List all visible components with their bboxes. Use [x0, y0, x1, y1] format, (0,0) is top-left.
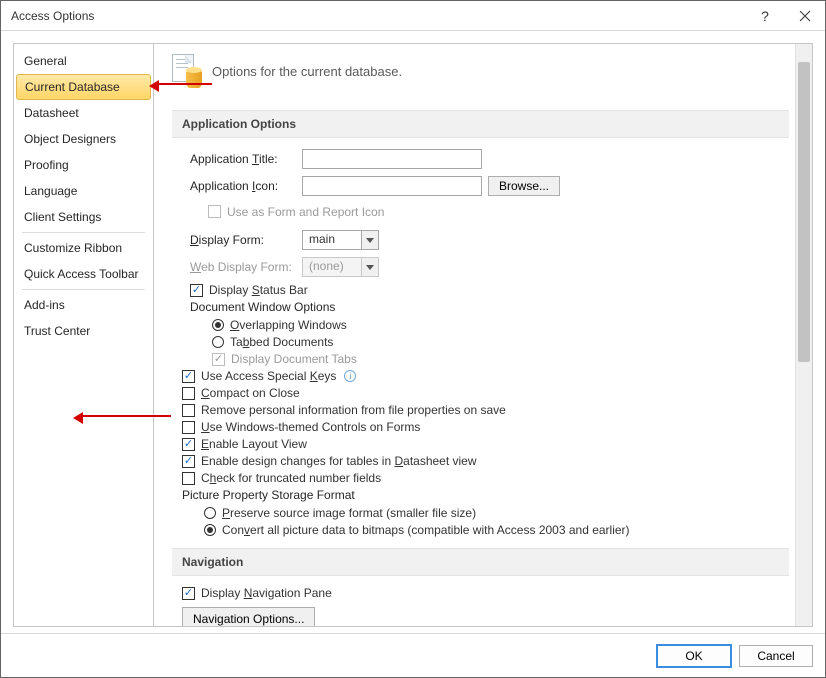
page-header-text: Options for the current database.	[212, 64, 402, 79]
info-icon[interactable]: i	[344, 370, 356, 382]
display-form-combo[interactable]: main	[302, 230, 379, 250]
tabbed-documents-label: Tabbed Documents	[230, 335, 333, 349]
display-document-tabs-checkbox: Display Document Tabs	[212, 352, 781, 366]
titlebar: Access Options ?	[1, 1, 825, 31]
preserve-source-format-label: Preserve source image format (smaller fi…	[222, 506, 476, 520]
checkbox-box-icon	[182, 455, 195, 468]
enable-design-changes-checkbox[interactable]: Enable design changes for tables in Data…	[182, 454, 789, 468]
use-access-special-keys-label: Use Access Special Keys	[201, 369, 336, 383]
application-icon-input[interactable]	[302, 176, 482, 196]
display-document-tabs-label: Display Document Tabs	[231, 352, 357, 366]
enable-design-changes-label: Enable design changes for tables in Data…	[201, 454, 477, 468]
sidebar-item-datasheet[interactable]: Datasheet	[14, 100, 153, 126]
check-truncated-checkbox[interactable]: Check for truncated number fields	[182, 471, 789, 485]
dialog-footer: OK Cancel	[1, 633, 825, 677]
overlapping-windows-radio[interactable]: Overlapping Windows	[212, 318, 781, 332]
use-as-form-report-icon-label: Use as Form and Report Icon	[227, 205, 384, 219]
sidebar-item-proofing[interactable]: Proofing	[14, 152, 153, 178]
picture-storage-format-label: Picture Property Storage Format	[182, 488, 789, 502]
overlapping-windows-label: Overlapping Windows	[230, 318, 347, 332]
section-navigation: Navigation	[172, 548, 789, 576]
category-sidebar: General Current Database Datasheet Objec…	[13, 43, 153, 627]
chevron-down-icon	[361, 231, 378, 249]
sidebar-divider	[22, 289, 145, 290]
content-pane: Options for the current database. Applic…	[154, 44, 795, 626]
display-navigation-pane-checkbox[interactable]: Display Navigation Pane	[182, 586, 789, 600]
use-as-form-report-icon-checkbox: Use as Form and Report Icon	[208, 205, 384, 219]
database-options-icon	[172, 54, 200, 88]
cancel-button[interactable]: Cancel	[739, 645, 813, 667]
browse-button[interactable]: Browse...	[488, 176, 560, 196]
display-navigation-pane-label: Display Navigation Pane	[201, 586, 332, 600]
application-icon-label: Application Icon:	[190, 179, 302, 193]
checkbox-box-icon	[190, 284, 203, 297]
check-truncated-label: Check for truncated number fields	[201, 471, 381, 485]
convert-to-bitmaps-radio[interactable]: Convert all picture data to bitmaps (com…	[204, 523, 789, 537]
ok-button[interactable]: OK	[657, 645, 731, 667]
application-title-label: Application Title:	[190, 152, 302, 166]
tabbed-documents-radio[interactable]: Tabbed Documents	[212, 335, 781, 349]
sidebar-item-language[interactable]: Language	[14, 178, 153, 204]
window-title: Access Options	[11, 9, 745, 23]
close-icon	[799, 10, 811, 22]
checkbox-box-icon	[212, 353, 225, 366]
convert-to-bitmaps-label: Convert all picture data to bitmaps (com…	[222, 523, 630, 537]
checkbox-box-icon	[182, 387, 195, 400]
checkbox-box-icon	[182, 438, 195, 451]
checkbox-box-icon	[182, 587, 195, 600]
display-form-label: Display Form:	[190, 233, 302, 247]
web-display-form-value: (none)	[303, 258, 361, 276]
application-options-form: Application Title: Application Icon: Bro…	[172, 148, 789, 369]
display-status-bar-checkbox[interactable]: Display Status Bar	[190, 283, 781, 297]
scrollbar-thumb[interactable]	[798, 62, 810, 362]
use-windows-themed-controls-checkbox[interactable]: Use Windows-themed Controls on Forms	[182, 420, 789, 434]
access-options-dialog: Access Options ? General Current Databas…	[0, 0, 826, 678]
sidebar-item-current-database[interactable]: Current Database	[16, 74, 151, 100]
checkbox-box-icon	[182, 370, 195, 383]
checkbox-box-icon	[208, 205, 221, 218]
remove-personal-info-label: Remove personal information from file pr…	[201, 403, 506, 417]
web-display-form-label: Web Display Form:	[190, 260, 302, 274]
preserve-source-format-radio[interactable]: Preserve source image format (smaller fi…	[204, 506, 789, 520]
radio-icon	[212, 336, 224, 348]
use-windows-themed-controls-label: Use Windows-themed Controls on Forms	[201, 420, 420, 434]
sidebar-item-object-designers[interactable]: Object Designers	[14, 126, 153, 152]
web-display-form-combo: (none)	[302, 257, 379, 277]
chevron-down-icon	[361, 258, 378, 276]
display-status-bar-label: Display Status Bar	[209, 283, 308, 297]
radio-icon	[212, 319, 224, 331]
compact-on-close-checkbox[interactable]: Compact on Close	[182, 386, 789, 400]
sidebar-item-client-settings[interactable]: Client Settings	[14, 204, 153, 230]
sidebar-divider	[22, 232, 145, 233]
page-header: Options for the current database.	[172, 54, 789, 88]
vertical-scrollbar[interactable]	[795, 44, 812, 626]
sidebar-item-add-ins[interactable]: Add-ins	[14, 292, 153, 318]
sidebar-item-customize-ribbon[interactable]: Customize Ribbon	[14, 235, 153, 261]
use-access-special-keys-checkbox[interactable]: Use Access Special Keys i	[182, 369, 789, 383]
remove-personal-info-checkbox[interactable]: Remove personal information from file pr…	[182, 403, 789, 417]
checkbox-box-icon	[182, 472, 195, 485]
compact-on-close-label: Compact on Close	[201, 386, 300, 400]
radio-icon	[204, 524, 216, 536]
enable-layout-view-label: Enable Layout View	[201, 437, 307, 451]
application-title-input[interactable]	[302, 149, 482, 169]
checkbox-box-icon	[182, 421, 195, 434]
close-button[interactable]	[785, 1, 825, 30]
enable-layout-view-checkbox[interactable]: Enable Layout View	[182, 437, 789, 451]
navigation-options-button[interactable]: Navigation Options...	[182, 607, 315, 626]
radio-icon	[204, 507, 216, 519]
document-window-options-label: Document Window Options	[190, 300, 781, 314]
sidebar-item-trust-center[interactable]: Trust Center	[14, 318, 153, 344]
help-button[interactable]: ?	[745, 1, 785, 30]
sidebar-item-general[interactable]: General	[14, 48, 153, 74]
content-wrap: Options for the current database. Applic…	[153, 43, 813, 627]
section-application-options: Application Options	[172, 110, 789, 138]
dialog-body: General Current Database Datasheet Objec…	[1, 31, 825, 633]
display-form-value: main	[303, 231, 361, 249]
checkbox-box-icon	[182, 404, 195, 417]
sidebar-item-quick-access-toolbar[interactable]: Quick Access Toolbar	[14, 261, 153, 287]
